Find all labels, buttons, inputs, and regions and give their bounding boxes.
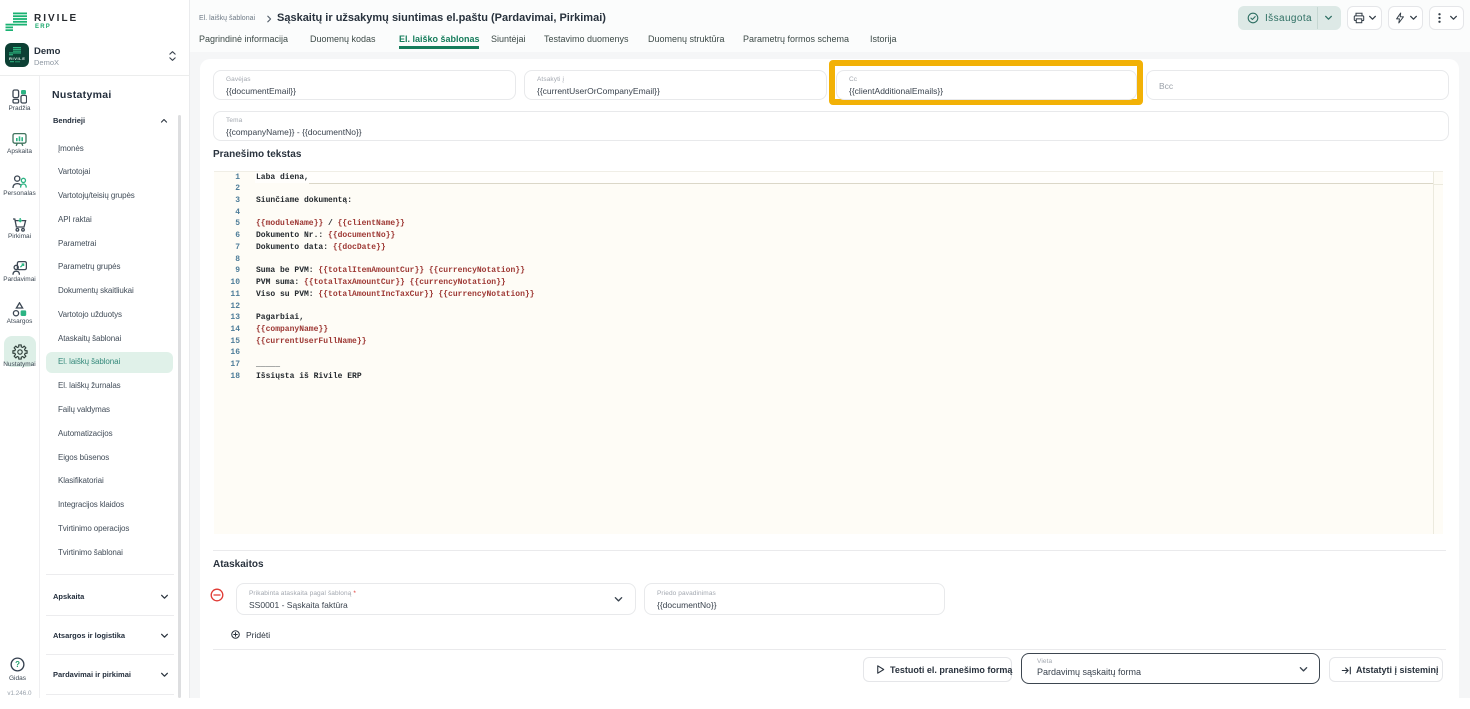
svg-text:?: ? [15, 660, 20, 669]
svg-text:RIVILE: RIVILE [9, 56, 26, 61]
